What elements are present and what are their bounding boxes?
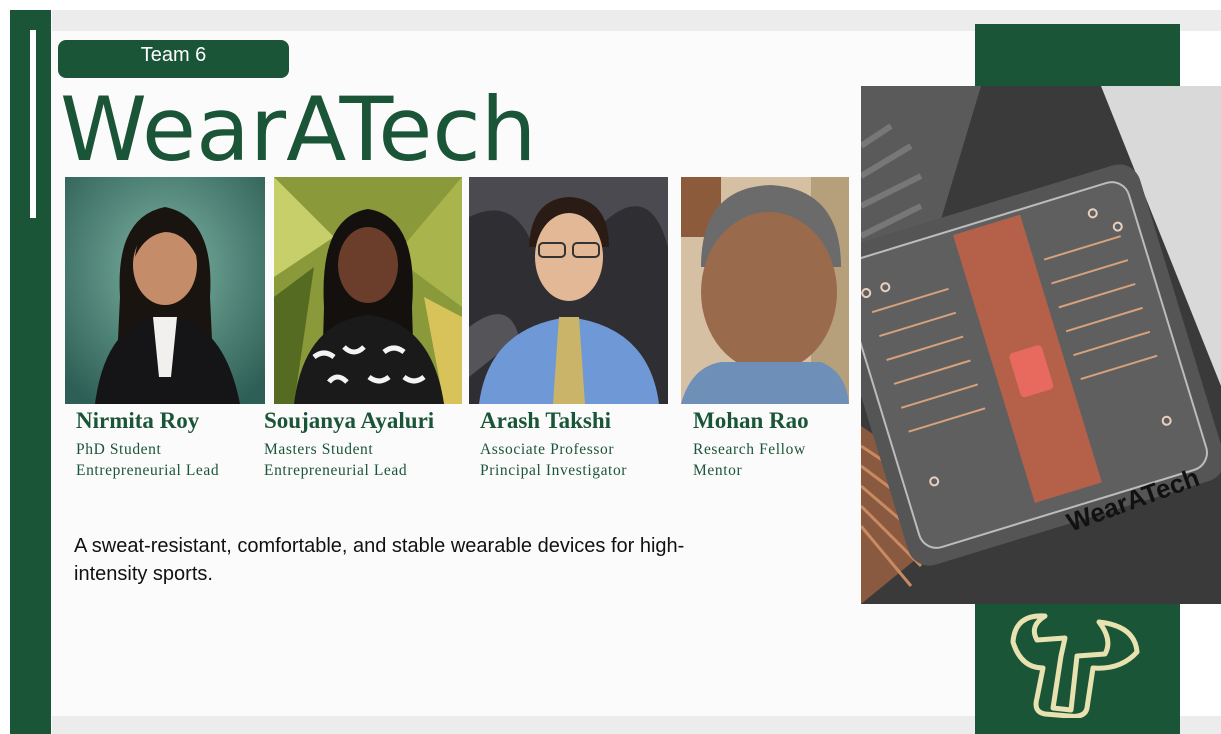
product-photo: WearATech bbox=[861, 86, 1221, 604]
member-name-2: Soujanya Ayaluri bbox=[264, 408, 435, 433]
right-top-green-block bbox=[975, 24, 1180, 86]
bull-horns-logo-icon bbox=[1005, 612, 1145, 719]
product-description: A sweat-resistant, comfortable, and stab… bbox=[74, 535, 685, 585]
member-subrole-4: Mentor bbox=[693, 462, 743, 479]
slide: Team 6 WearATech Nirmita Roy PhD Student… bbox=[0, 0, 1221, 734]
team-badge: Team 6 bbox=[58, 40, 289, 78]
member-subrole-2: Entrepreneurial Lead bbox=[264, 462, 408, 479]
left-accent-line bbox=[30, 30, 36, 218]
member-name-1: Nirmita Roy bbox=[76, 408, 200, 433]
member-subrole-1: Entrepreneurial Lead bbox=[76, 462, 220, 479]
member-name-4: Mohan Rao bbox=[693, 408, 809, 433]
team-label: Team 6 bbox=[140, 44, 207, 66]
member-role-3: Associate Professor bbox=[480, 441, 615, 458]
member-name-3: Arash Takshi bbox=[480, 408, 612, 433]
member-photo-4 bbox=[681, 177, 849, 404]
member-role-1: PhD Student bbox=[76, 441, 162, 458]
slide-title: WearATech bbox=[60, 78, 537, 181]
member-subrole-3: Principal Investigator bbox=[480, 462, 628, 479]
member-role-4: Research Fellow bbox=[693, 441, 806, 458]
member-photo-3 bbox=[469, 177, 668, 404]
member-photo-1 bbox=[65, 177, 265, 404]
member-photo-2 bbox=[274, 177, 462, 404]
member-role-2: Masters Student bbox=[264, 441, 374, 458]
